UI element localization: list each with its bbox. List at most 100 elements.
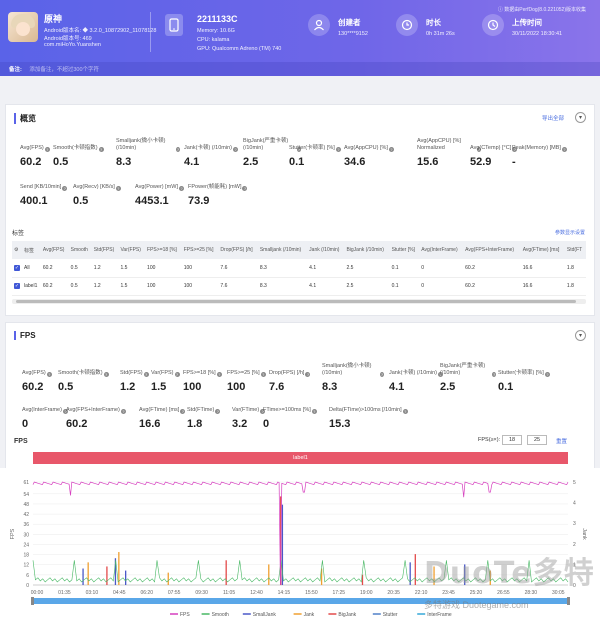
- help-icon[interactable]: ?: [216, 372, 222, 377]
- legend-item[interactable]: BigJank: [338, 612, 356, 618]
- chevron-down-icon: ▾: [578, 115, 582, 121]
- x-tick-label: 19:00: [360, 590, 373, 596]
- upload-label: 上传时间: [512, 18, 542, 27]
- event-bar-smalljank: [125, 570, 127, 585]
- metric-value: 7.6: [269, 381, 285, 393]
- help-icon[interactable]: ?: [544, 372, 550, 377]
- help-icon[interactable]: ?: [46, 372, 52, 377]
- help-icon[interactable]: ?: [175, 147, 180, 152]
- fps-threshold-high-input[interactable]: 25: [527, 435, 547, 445]
- overview-title: 概览: [14, 113, 36, 124]
- help-icon[interactable]: ?: [179, 186, 184, 191]
- help-icon[interactable]: ?: [44, 147, 50, 152]
- table-cell: 0: [419, 277, 464, 296]
- help-icon[interactable]: ?: [388, 147, 394, 152]
- help-icon[interactable]: ?: [380, 372, 384, 377]
- column-header[interactable]: Drop(FPS) [/h]: [218, 241, 258, 259]
- help-icon[interactable]: ?: [260, 372, 266, 377]
- legend-item[interactable]: Jank: [304, 612, 315, 618]
- column-header[interactable]: Avg(FPS+InterFrame): [463, 241, 521, 259]
- help-icon[interactable]: ?: [561, 147, 567, 152]
- header-divider: [150, 12, 151, 52]
- help-icon[interactable]: ?: [174, 372, 180, 377]
- column-header[interactable]: Avg(FPS): [40, 241, 69, 259]
- note-input[interactable]: 添加备注，不超过300个字符: [29, 67, 99, 73]
- note-bar[interactable]: 备注: 添加备注，不超过300个字符: [0, 62, 600, 76]
- help-icon[interactable]: ?: [98, 147, 104, 152]
- y-tick-label: 30: [23, 532, 29, 538]
- row-checkbox[interactable]: ✓: [12, 259, 22, 278]
- fps-threshold-low-input[interactable]: 18: [502, 435, 522, 445]
- metric-fps1-6: Drop(FPS) [/h]? 7.6: [269, 362, 325, 393]
- metric-value: -: [512, 156, 516, 168]
- x-tick-label: 04:45: [113, 590, 126, 596]
- fps-collapse-button[interactable]: ▾: [575, 330, 586, 341]
- help-icon[interactable]: ?: [115, 186, 121, 191]
- table-cell: 60.2: [463, 259, 521, 278]
- help-icon[interactable]: ?: [143, 372, 149, 377]
- watermark-subtitle: 多特游戏 Duotegame.com: [424, 600, 529, 610]
- column-header[interactable]: Std(FT: [564, 241, 586, 259]
- help-icon[interactable]: ?: [305, 372, 311, 377]
- column-header[interactable]: Stutter [%]: [389, 241, 420, 259]
- metric-label: Peak(Memory) [MB]?: [512, 145, 567, 152]
- help-icon[interactable]: ?: [402, 409, 408, 414]
- help-icon[interactable]: ?: [242, 186, 248, 191]
- metric-label: Smooth(卡顿指数)?: [58, 370, 109, 377]
- export-all-link[interactable]: 导出全部: [542, 114, 564, 122]
- table-row[interactable]: ✓ label1 60.2 0.5 1.2 1.5 100 100 7.6 8.3 4.1 2.5 0.…: [12, 277, 586, 296]
- column-header[interactable]: Var(FPS): [118, 241, 146, 259]
- legend-item[interactable]: Smooth: [212, 612, 229, 618]
- table-row[interactable]: ✓ All 60.2 0.5 1.2 1.5 100 100 7.6 8.3 4.1 2.5 0.1 0 6…: [12, 259, 586, 278]
- event-bar-bigjank: [225, 560, 227, 585]
- device-memory: Memory: 10.6G: [197, 28, 235, 34]
- column-header[interactable]: FPS>=25 [%]: [181, 241, 219, 259]
- metric-fps1-7: Smalljank(微小卡顿) (/10min)? 8.3: [322, 362, 384, 393]
- column-header[interactable]: Avg(FTime) [ms]: [520, 241, 565, 259]
- metric-label: Jank(卡顿) (/10min)?: [389, 370, 443, 377]
- help-icon[interactable]: ?: [335, 147, 341, 152]
- help-icon[interactable]: ?: [311, 409, 317, 414]
- label-lane[interactable]: label1: [33, 452, 568, 464]
- y2-axis-label: Jank: [581, 528, 587, 540]
- column-header[interactable]: Smalljank (/10min): [257, 241, 308, 259]
- column-header[interactable]: Smooth: [68, 241, 92, 259]
- column-header[interactable]: Jank (/10min): [307, 241, 345, 259]
- collapse-button[interactable]: ▾: [575, 112, 586, 123]
- legend-item[interactable]: InterFrame: [427, 612, 452, 618]
- help-icon[interactable]: ?: [103, 372, 109, 377]
- event-bar-bigjank: [414, 554, 416, 585]
- help-icon[interactable]: ?: [215, 409, 221, 414]
- help-icon[interactable]: ?: [180, 409, 186, 414]
- x-tick-label: 00:00: [31, 590, 44, 596]
- legend-item[interactable]: SmallJank: [253, 612, 277, 618]
- settings-icon[interactable]: ⚙: [12, 241, 22, 259]
- event-bar-jank: [87, 562, 89, 585]
- reset-button[interactable]: 重置: [556, 437, 567, 445]
- metric-ov1-5: Stutter(卡顿率) [%]? 0.1: [289, 137, 347, 168]
- x-tick-label: 12:40: [250, 590, 263, 596]
- table-cell: 100: [145, 259, 182, 278]
- metric-value: 4.1: [184, 156, 200, 168]
- metric-ov1-3: Jank(卡顿) (/10min)? 4.1: [184, 137, 242, 168]
- help-icon[interactable]: ?: [62, 186, 68, 191]
- help-icon[interactable]: ?: [120, 409, 126, 414]
- column-header[interactable]: Std(FPS): [91, 241, 119, 259]
- legend-item[interactable]: Stutter: [383, 612, 398, 618]
- column-header[interactable]: Avg(InterFrame): [419, 241, 464, 259]
- column-header[interactable]: BigJank (/10min): [344, 241, 390, 259]
- metric-value: 4.1: [389, 381, 405, 393]
- metric-value: 15.3: [329, 418, 351, 430]
- help-icon[interactable]: ?: [232, 147, 238, 152]
- param-settings-link[interactable]: 参数显示设置: [555, 229, 585, 236]
- event-bar-jank: [118, 552, 120, 585]
- slider-handle-left[interactable]: [31, 597, 34, 605]
- slider-handle-right[interactable]: [567, 597, 570, 605]
- help-icon[interactable]: ?: [492, 372, 496, 377]
- table-horizontal-scrollbar[interactable]: [12, 299, 586, 304]
- metric-label: Stutter(卡顿率) [%]?: [498, 370, 550, 377]
- column-header[interactable]: 标签: [22, 241, 41, 259]
- legend-item[interactable]: FPS: [180, 612, 190, 618]
- row-checkbox[interactable]: ✓: [12, 277, 22, 296]
- column-header[interactable]: FPS>=18 [%]: [145, 241, 182, 259]
